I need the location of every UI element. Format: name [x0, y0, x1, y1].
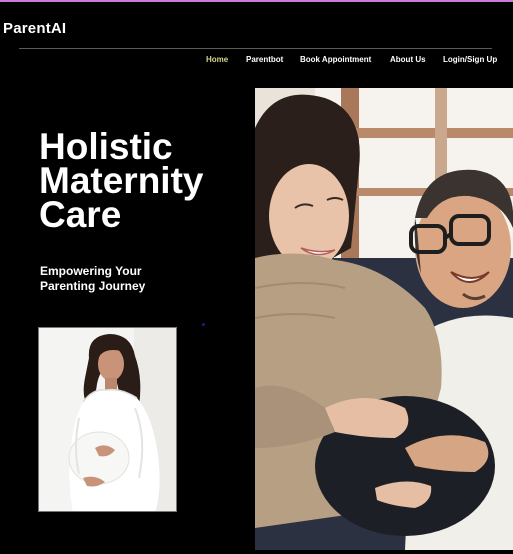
- nav-about-us[interactable]: About Us: [390, 55, 426, 64]
- nav-login-signup[interactable]: Login/Sign Up: [443, 55, 497, 64]
- pregnant-woman-photo: [38, 327, 177, 512]
- nav-parentbot[interactable]: Parentbot: [246, 55, 283, 64]
- hero-title-line-1: Holistic: [39, 126, 173, 167]
- page: ParentAI Home Parentbot Book Appointment…: [0, 0, 513, 554]
- brand-logo[interactable]: ParentAI: [3, 20, 66, 37]
- hero-subtitle: Empowering Your Parenting Journey: [40, 264, 220, 294]
- hero-title-line-2: Maternity: [39, 160, 204, 201]
- hero-title-line-3: Care: [39, 194, 122, 235]
- main-nav: Home Parentbot Book Appointment About Us…: [0, 55, 513, 69]
- decorative-dot: [202, 323, 205, 326]
- top-accent-bar: [0, 0, 513, 2]
- nav-book-appointment[interactable]: Book Appointment: [300, 55, 371, 64]
- hero-title: Holistic Maternity Care: [39, 126, 249, 235]
- hero-subtitle-line-2: Parenting Journey: [40, 279, 146, 293]
- expecting-couple-photo: [255, 88, 513, 550]
- nav-home[interactable]: Home: [206, 55, 228, 64]
- hero-subtitle-line-1: Empowering Your: [40, 264, 142, 278]
- header-divider: [19, 48, 492, 49]
